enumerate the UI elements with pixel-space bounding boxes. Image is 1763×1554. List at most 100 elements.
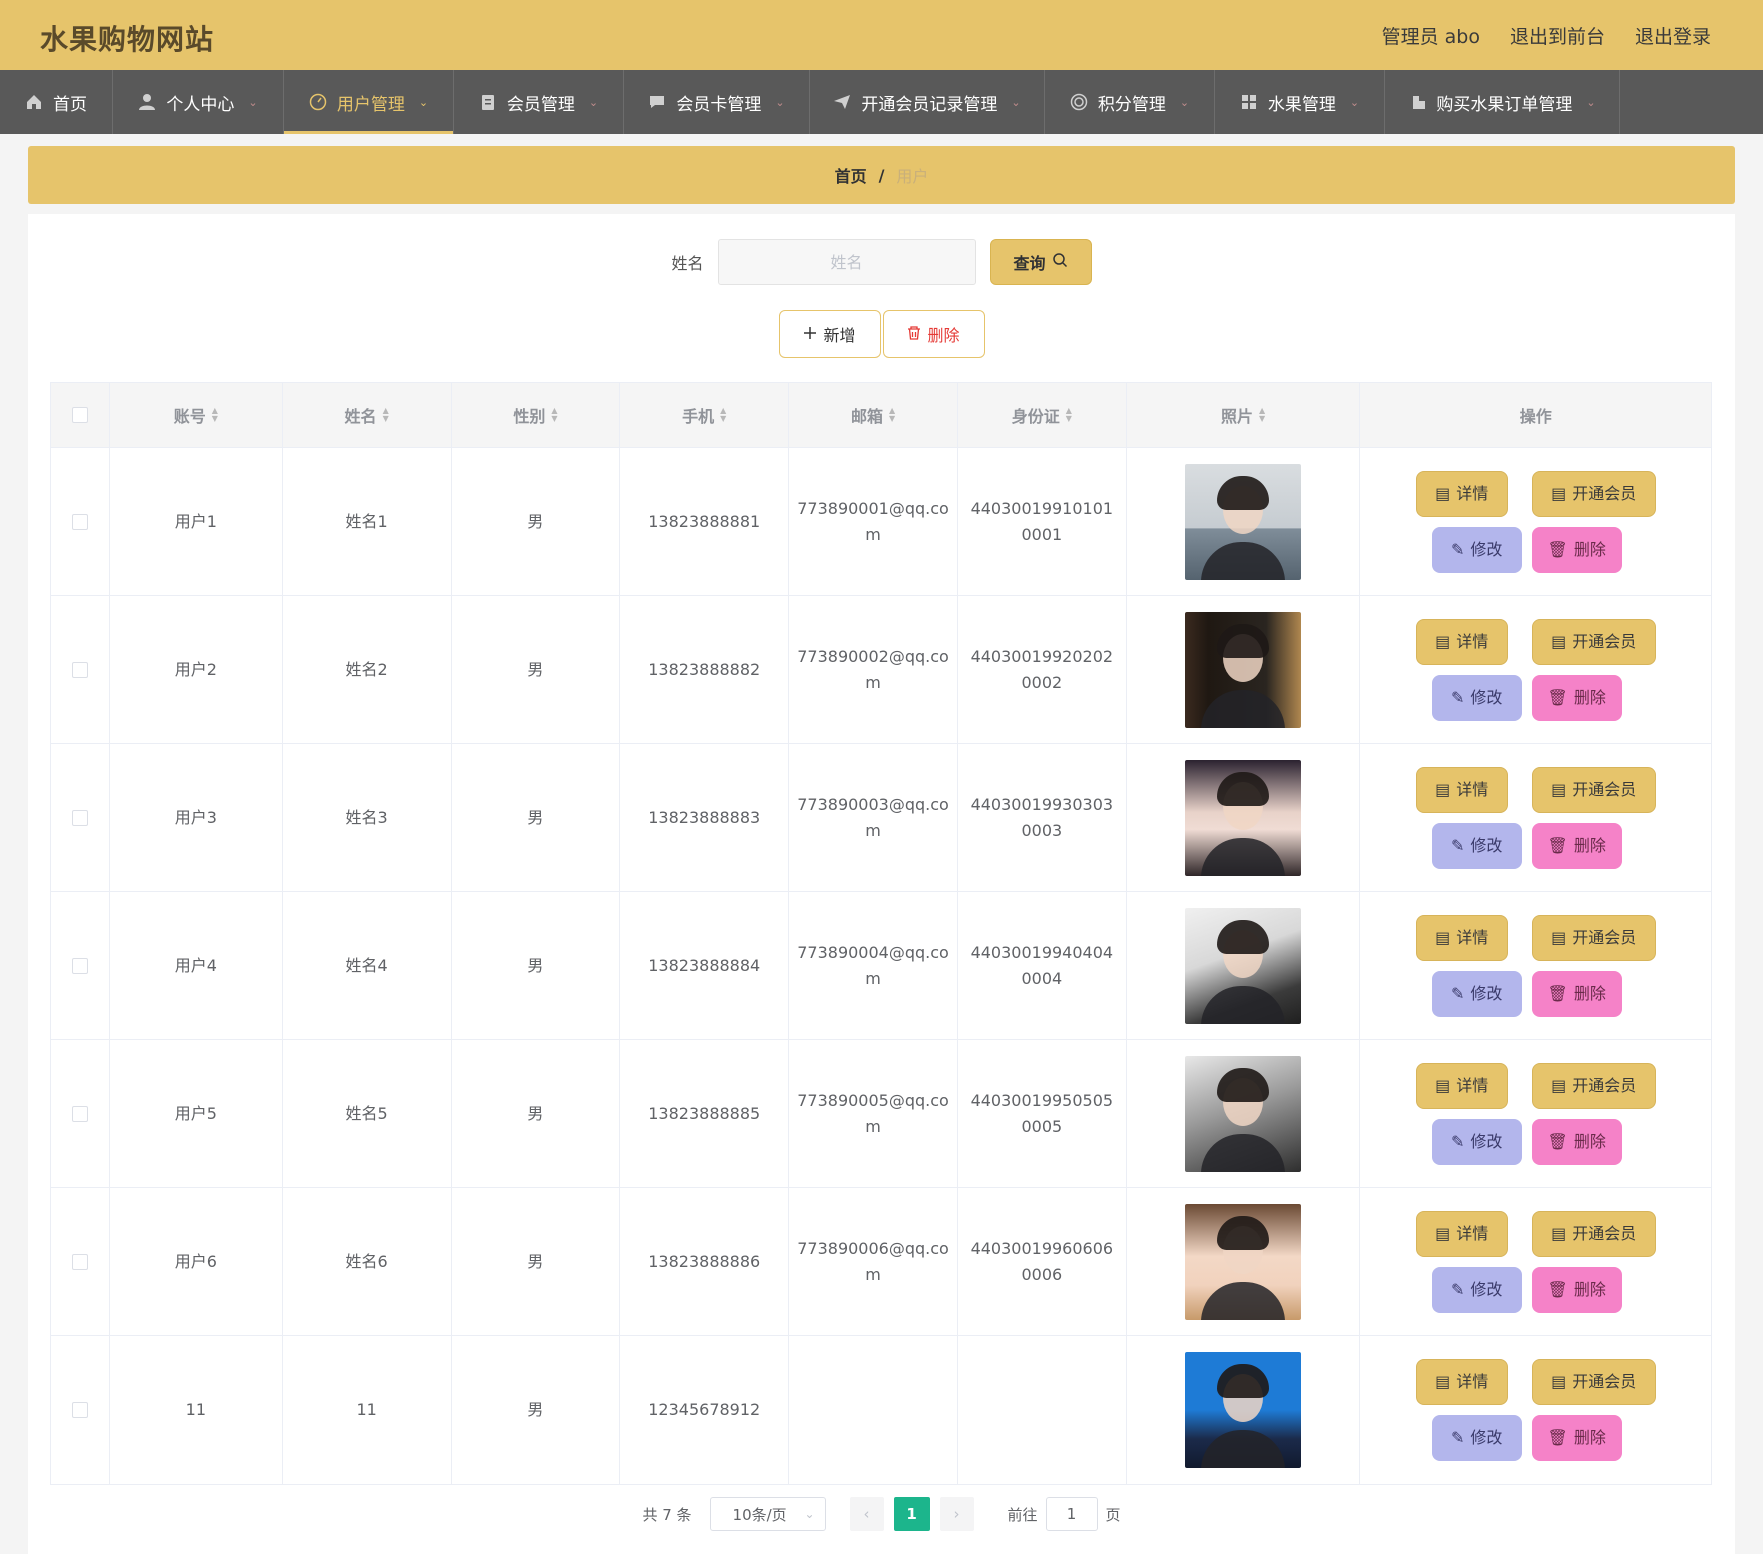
edit-button[interactable]: ✎ 修改 <box>1431 1118 1522 1165</box>
nav-item-fruit-order-management[interactable]: 购买水果订单管理 ⌄ <box>1385 70 1620 134</box>
page-unit-label: 页 <box>1105 1505 1121 1524</box>
logout-link[interactable]: 退出登录 <box>1635 22 1711 49</box>
table-row: 用户4 姓名4 男 13823888884 773890004@qq.com 440300… <box>51 892 1711 1040</box>
delete-button[interactable]: 🗑 删除 <box>1531 970 1622 1017</box>
nav-item-member-card-management[interactable]: 会员卡管理 ⌄ <box>624 70 810 134</box>
main-nav: 首页 个人中心 ⌄ 用户管理 ⌄ 会员管理 ⌄ 会员卡管理 ⌄ 开通会员记录管理… <box>0 70 1763 134</box>
document-icon: ▤ <box>1551 927 1567 947</box>
column-header-name[interactable]: 姓名 ▲ ▼ <box>283 383 452 447</box>
column-header-account[interactable]: 账号 ▲ ▼ <box>110 383 283 447</box>
nav-item-user-management[interactable]: 用户管理 ⌄ <box>284 70 454 134</box>
open-membership-button[interactable]: ▤ 开通会员 <box>1531 470 1656 517</box>
user-photo[interactable] <box>1185 759 1302 876</box>
open-membership-button[interactable]: ▤ 开通会员 <box>1531 1210 1656 1257</box>
row-checkbox[interactable] <box>71 661 88 678</box>
nav-label: 水果管理 <box>1267 94 1336 115</box>
delete-button[interactable]: 🗑 删除 <box>1531 1415 1622 1461</box>
edit-button[interactable]: ✎ 修改 <box>1431 970 1522 1017</box>
nav-item-points-management[interactable]: 积分管理 ⌄ <box>1045 70 1215 134</box>
open-membership-label: 开通会员 <box>1572 1223 1637 1243</box>
delete-button[interactable]: 🗑 删除 <box>1531 1118 1622 1165</box>
chevron-down-icon: ⌄ <box>588 95 599 109</box>
delete-button[interactable]: 🗑 删除 <box>1531 674 1622 721</box>
prev-page-button[interactable]: ‹ <box>849 1497 884 1531</box>
admin-label[interactable]: 管理员 abo <box>1382 22 1480 49</box>
edit-button[interactable]: ✎ 修改 <box>1431 526 1522 573</box>
nav-item-member-management[interactable]: 会员管理 ⌄ <box>454 70 624 134</box>
row-select-cell <box>51 1188 110 1335</box>
open-membership-button[interactable]: ▤ 开通会员 <box>1531 618 1656 665</box>
name-search-input[interactable] <box>717 239 976 285</box>
open-membership-label: 开通会员 <box>1572 1075 1637 1095</box>
chevron-right-icon: › <box>953 1505 960 1523</box>
edit-button[interactable]: ✎ 修改 <box>1431 674 1522 721</box>
cell-actions: ▤ 详情 ▤ 开通会员 ✎ 修改 🗑 删除 <box>1360 448 1711 595</box>
select-all-checkbox[interactable] <box>71 407 88 423</box>
add-button[interactable]: 新增 <box>778 310 881 358</box>
column-header-email[interactable]: 邮箱 ▲ ▼ <box>789 383 958 447</box>
edit-button[interactable]: ✎ 修改 <box>1431 822 1522 869</box>
user-table: 账号 ▲ ▼ 姓名 ▲ ▼ 性别 ▲ ▼ 手机 ▲ ▼ 邮箱 ▲ ▼ 身份证 ▲ ▼ 照片 ▲ ▼ 操作 用… <box>50 382 1712 1485</box>
cell-email: 773890001@qq.com <box>789 448 958 595</box>
open-membership-button[interactable]: ▤ 开通会员 <box>1531 914 1656 961</box>
batch-delete-button[interactable]: 删除 <box>882 310 985 358</box>
detail-button[interactable]: ▤ 详情 <box>1415 1062 1508 1109</box>
delete-button[interactable]: 🗑 删除 <box>1531 1266 1622 1313</box>
table-row: 用户3 姓名3 男 13823888883 773890003@qq.com 440300… <box>51 744 1711 892</box>
cell-phone: 13823888883 <box>620 744 790 891</box>
row-checkbox[interactable] <box>71 1253 88 1270</box>
user-photo[interactable] <box>1185 1203 1302 1320</box>
column-label: 账号 <box>173 407 206 426</box>
detail-button[interactable]: ▤ 详情 <box>1415 1359 1508 1405</box>
user-photo[interactable] <box>1185 463 1302 580</box>
search-icon <box>1052 252 1068 272</box>
cell-name: 姓名6 <box>283 1188 452 1335</box>
delete-button[interactable]: 🗑 删除 <box>1531 822 1622 869</box>
cell-name: 姓名3 <box>283 744 452 891</box>
nav-item-home[interactable]: 首页 <box>0 70 113 134</box>
goto-page-input[interactable] <box>1045 1497 1098 1531</box>
open-membership-button[interactable]: ▤ 开通会员 <box>1531 1062 1656 1109</box>
column-header-gender[interactable]: 性别 ▲ ▼ <box>452 383 621 447</box>
trash-icon <box>907 325 921 344</box>
column-label: 性别 <box>513 407 546 426</box>
page-size-select[interactable]: 10条/页 ⌄ <box>709 1497 826 1531</box>
next-page-button[interactable]: › <box>939 1497 974 1531</box>
detail-button[interactable]: ▤ 详情 <box>1415 1210 1508 1257</box>
exit-to-front-link[interactable]: 退出到前台 <box>1510 22 1605 49</box>
edit-button[interactable]: ✎ 修改 <box>1431 1415 1522 1461</box>
row-checkbox[interactable] <box>71 513 88 530</box>
row-select-cell <box>51 448 110 595</box>
chevron-down-icon: ⌄ <box>1349 95 1360 109</box>
column-header-phone[interactable]: 手机 ▲ ▼ <box>620 383 790 447</box>
edit-button[interactable]: ✎ 修改 <box>1431 1266 1522 1313</box>
delete-button-label: 删除 <box>1573 1131 1606 1151</box>
user-photo[interactable] <box>1185 611 1302 728</box>
page-number-active[interactable]: 1 <box>893 1497 930 1531</box>
open-membership-button[interactable]: ▤ 开通会员 <box>1531 1359 1656 1405</box>
detail-button[interactable]: ▤ 详情 <box>1415 470 1508 517</box>
detail-button[interactable]: ▤ 详情 <box>1415 766 1508 813</box>
dashboard-icon <box>309 93 327 111</box>
row-checkbox[interactable] <box>71 957 88 974</box>
detail-button[interactable]: ▤ 详情 <box>1415 914 1508 961</box>
column-header-photo[interactable]: 照片 ▲ ▼ <box>1127 383 1361 447</box>
detail-button[interactable]: ▤ 详情 <box>1415 618 1508 665</box>
row-checkbox[interactable] <box>71 1105 88 1122</box>
delete-button-label: 删除 <box>1573 539 1606 559</box>
trash-icon: 🗑 <box>1547 539 1568 559</box>
user-photo[interactable] <box>1185 1352 1302 1468</box>
user-photo[interactable] <box>1185 907 1302 1024</box>
nav-item-personal-center[interactable]: 个人中心 ⌄ <box>113 70 284 134</box>
delete-button[interactable]: 🗑 删除 <box>1531 526 1622 573</box>
open-membership-button[interactable]: ▤ 开通会员 <box>1531 766 1656 813</box>
nav-item-fruit-management[interactable]: 水果管理 ⌄ <box>1215 70 1385 134</box>
document-icon: ▤ <box>1435 927 1451 947</box>
breadcrumb-home[interactable]: 首页 <box>835 163 867 187</box>
row-checkbox[interactable] <box>71 809 88 826</box>
user-photo[interactable] <box>1185 1055 1302 1172</box>
column-header-id-card[interactable]: 身份证 ▲ ▼ <box>958 383 1127 447</box>
nav-item-membership-record-management[interactable]: 开通会员记录管理 ⌄ <box>810 70 1045 134</box>
query-button[interactable]: 查询 <box>989 239 1092 285</box>
row-checkbox[interactable] <box>71 1402 88 1418</box>
